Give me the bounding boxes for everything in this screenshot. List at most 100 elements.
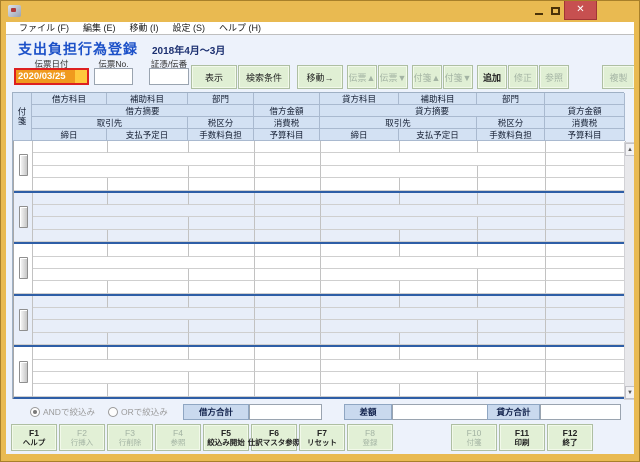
grid-cell[interactable] [108,192,189,205]
grid-cell[interactable] [108,244,189,257]
duplicate-button[interactable]: 複製 [602,65,634,89]
grid-cell[interactable] [321,308,546,321]
grid-cell[interactable] [478,192,546,205]
grid-cell[interactable] [255,268,321,282]
grid-cell[interactable] [255,192,321,205]
grid-cell[interactable] [400,192,478,205]
grid-cell[interactable] [255,178,321,191]
grid-cell[interactable] [321,204,546,218]
grid-cell[interactable] [108,332,189,346]
grid-cell[interactable] [478,384,546,397]
grid-cell[interactable] [255,347,321,360]
grid-cell[interactable] [255,384,321,397]
grid-cell[interactable] [478,141,546,154]
grid-cell[interactable] [33,192,108,205]
grid-cell[interactable] [478,165,546,179]
fkey-F4[interactable]: F4 参照 [155,424,201,451]
grid-cell[interactable] [546,268,626,282]
grid-cell[interactable] [321,192,400,205]
fusen-tab-icon[interactable] [18,360,28,383]
grid-cell[interactable] [321,268,478,282]
grid-cell[interactable] [546,165,626,179]
grid-cell[interactable] [400,229,478,243]
slip-prev-button[interactable]: 伝票▲ [347,65,377,89]
grid-cell[interactable] [546,332,626,346]
maximize-button[interactable] [547,1,564,20]
grid-cell[interactable] [546,320,626,333]
grid-cell[interactable] [33,320,189,333]
fkey-F12[interactable]: F12 終了 [547,424,593,451]
grid-cell[interactable] [546,281,626,294]
filter-and-radio[interactable]: ANDで絞込み [30,406,95,418]
grid-cell[interactable] [33,217,189,230]
grid-cell[interactable] [33,332,108,346]
fkey-F5[interactable]: F5 絞込み開始 [203,424,249,451]
grid-cell[interactable] [255,244,321,257]
slip-no-field[interactable] [94,68,133,85]
grid-cell[interactable] [321,347,400,360]
grid-cell[interactable] [546,229,626,243]
grid-cell[interactable] [255,229,321,243]
grid-cell[interactable] [33,165,189,179]
show-button[interactable]: 表示 [191,65,237,89]
grid-cell[interactable] [546,359,626,373]
grid-cell[interactable] [478,229,546,243]
grid-cell[interactable] [478,320,546,333]
grid-cell[interactable] [478,268,546,282]
fkey-F7[interactable]: F7 リセット [299,424,345,451]
grid-cell[interactable] [546,308,626,321]
grid-cell[interactable] [33,359,255,373]
grid-cell[interactable] [321,165,478,179]
voucher-no-field[interactable] [149,68,189,85]
fusen-tab-icon[interactable] [18,154,28,177]
grid-cell[interactable] [255,141,321,154]
grid-cell[interactable] [189,165,255,179]
menu-file[interactable]: ファイル (F) [12,22,76,34]
fusen-prev-button[interactable]: 付箋▲ [412,65,442,89]
grid-cell[interactable] [400,141,478,154]
grid-cell[interactable] [189,178,255,191]
grid-cell[interactable] [400,384,478,397]
grid-cell[interactable] [189,217,255,230]
fkey-F6[interactable]: F6 仕訳マスタ参照 [248,424,300,451]
grid-cell[interactable] [321,332,400,346]
grid-cell[interactable] [108,281,189,294]
grid-cell[interactable] [33,295,108,309]
grid-cell[interactable] [108,347,189,360]
grid-cell[interactable] [321,359,546,373]
grid-cell[interactable] [189,384,255,397]
reference-button[interactable]: 参照 [539,65,569,89]
grid-cell[interactable] [478,178,546,191]
grid-cell[interactable] [321,141,400,154]
fkey-F11[interactable]: F11 印刷 [499,424,545,451]
grid-cell[interactable] [33,229,108,243]
grid-cell[interactable] [108,178,189,191]
grid-cell[interactable] [255,204,321,218]
grid-cell[interactable] [478,372,546,385]
table-scrollbar[interactable]: ▲ ▼ [624,142,634,400]
title-bar[interactable] [1,1,639,22]
grid-cell[interactable] [546,256,626,269]
grid-cell[interactable] [321,384,400,397]
grid-cell[interactable] [33,347,108,360]
grid-cell[interactable] [255,308,321,321]
grid-cell[interactable] [321,320,478,333]
grid-cell[interactable] [108,229,189,243]
grid-cell[interactable] [546,347,626,360]
grid-cell[interactable] [321,244,400,257]
grid-cell[interactable] [546,372,626,385]
grid-cell[interactable] [189,320,255,333]
grid-cell[interactable] [321,217,478,230]
scroll-up-icon[interactable]: ▲ [625,143,634,156]
menu-help[interactable]: ヘルプ (H) [212,22,268,34]
grid-cell[interactable] [478,332,546,346]
grid-cell[interactable] [255,281,321,294]
grid-cell[interactable] [255,320,321,333]
grid-cell[interactable] [321,153,546,166]
grid-cell[interactable] [189,281,255,294]
grid-cell[interactable] [546,204,626,218]
grid-cell[interactable] [108,141,189,154]
modify-button[interactable]: 修正 [508,65,538,89]
grid-cell[interactable] [321,281,400,294]
grid-cell[interactable] [33,308,255,321]
